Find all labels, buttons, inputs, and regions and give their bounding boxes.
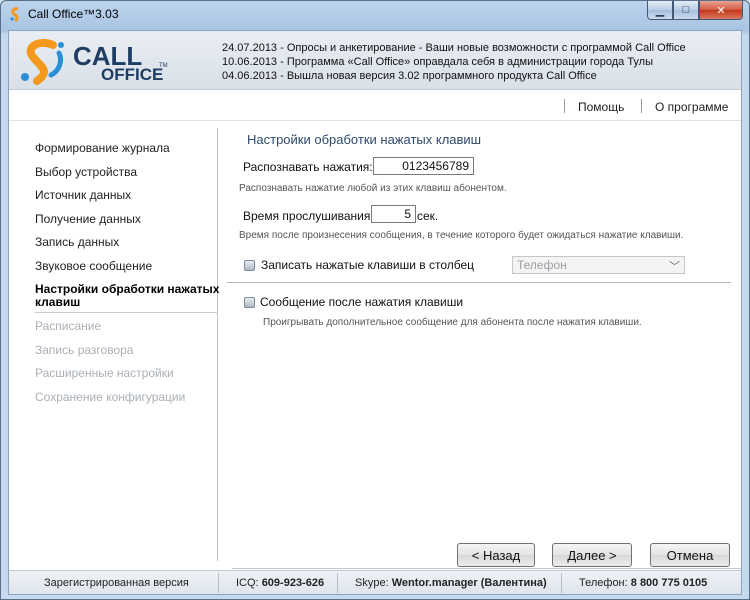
news-item[interactable]: 04.06.2013 - Вышла новая версия 3.02 про… [222, 69, 686, 83]
sidebar-item-call-recording: Запись разговора [35, 343, 134, 357]
app-window: Call Office™3.03 ▁ □ ✕ CALL OFFICE TM 24… [0, 0, 750, 600]
write-column-checkbox[interactable] [244, 260, 255, 271]
app-logo-icon [10, 7, 19, 23]
maximize-icon: □ [682, 4, 690, 16]
help-link[interactable]: Помощь [578, 100, 624, 114]
column-select: Телефон ﹀ [512, 256, 685, 274]
phone-label: Телефон: [579, 577, 628, 589]
nav-divider [564, 99, 565, 113]
sidebar-item-save-config: Сохранение конфигурации [35, 390, 186, 404]
skype-contact: Skype: Wentor.manager (Валентина) [355, 577, 547, 589]
sidebar-item-advanced: Расширенные настройки [35, 366, 174, 380]
back-button[interactable]: < Назад [457, 543, 535, 567]
close-button[interactable]: ✕ [699, 1, 743, 20]
news-item[interactable]: 24.07.2013 - Опросы и анкетирование - Ва… [222, 41, 686, 55]
sidebar-item-device[interactable]: Выбор устройства [35, 166, 220, 179]
status-divider [337, 573, 338, 593]
recognize-hint: Распознавать нажатие любой из этих клави… [239, 183, 507, 194]
listen-time-input[interactable]: 5 [371, 205, 416, 223]
settings-panel: Настройки обработки нажатых клавиш Распо… [219, 128, 741, 561]
sidebar-item-data-write[interactable]: Запись данных [35, 236, 220, 249]
minimize-button[interactable]: ▁ [647, 1, 673, 20]
client-area: CALL OFFICE TM 24.07.2013 - Опросы и анк… [8, 30, 742, 595]
logo-text-office: OFFICE [101, 65, 164, 84]
title-bar[interactable]: Call Office™3.03 ▁ □ ✕ [1, 1, 749, 29]
message-after-label[interactable]: Сообщение после нажатия клавиши [260, 295, 463, 309]
section-divider [227, 282, 731, 283]
header-banner: CALL OFFICE TM 24.07.2013 - Опросы и анк… [9, 31, 741, 90]
call-office-logo[interactable]: CALL OFFICE TM [17, 37, 168, 87]
message-after-checkbox[interactable] [244, 297, 255, 308]
nav-divider [641, 99, 642, 113]
maximize-button[interactable]: □ [673, 1, 699, 20]
window-title: Call Office™3.03 [28, 7, 119, 21]
recognize-label: Распознавать нажатия: [243, 160, 373, 174]
next-button[interactable]: Далее > [552, 543, 632, 567]
sidebar-item-journal[interactable]: Формирование журнала [35, 142, 220, 155]
listen-time-label: Время прослушивания: [243, 209, 374, 223]
minimize-icon: ▁ [655, 4, 665, 17]
page-title: Настройки обработки нажатых клавиш [247, 132, 482, 147]
icq-label: ICQ: [236, 577, 259, 589]
logo-trademark: TM [159, 63, 168, 69]
registration-status: Зарегистрированная версия [44, 577, 189, 589]
news-list: 24.07.2013 - Опросы и анкетирование - Ва… [222, 41, 686, 83]
cancel-button[interactable]: Отмена [650, 543, 730, 567]
sidebar-item-sound-message[interactable]: Звуковое сообщение [35, 260, 220, 273]
status-bar: Зарегистрированная версия ICQ: 609-923-6… [9, 570, 741, 594]
wizard-steps-sidebar: Формирование журнала Выбор устройства Ис… [9, 128, 220, 561]
skype-label: Skype: [355, 577, 389, 589]
logo-swirl-icon [21, 38, 64, 85]
phone-contact: Телефон: 8 800 775 0105 [579, 577, 707, 589]
sidebar-item-data-source[interactable]: Источник данных [35, 189, 220, 202]
sidebar-item-schedule: Расписание [35, 319, 102, 333]
skype-value: Wentor.manager (Валентина) [391, 577, 547, 589]
write-column-label[interactable]: Записать нажатые клавиши в столбец [261, 258, 474, 272]
seconds-unit-label: сек. [417, 209, 439, 223]
phone-value: 8 800 775 0105 [630, 577, 708, 589]
listen-time-hint: Время после произнесения сообщения, в те… [239, 230, 684, 241]
chevron-down-icon: ﹀ [669, 261, 680, 273]
status-divider [218, 573, 219, 593]
window-controls: ▁ □ ✕ [647, 1, 743, 20]
status-divider [561, 573, 562, 593]
close-icon: ✕ [716, 4, 726, 17]
recognize-keys-input[interactable]: 0123456789 [373, 157, 474, 175]
column-select-value: Телефон [517, 258, 567, 272]
top-nav: Помощь О программе [9, 91, 741, 121]
sidebar-item-keypress-settings[interactable]: Настройки обработки нажатых клавиш [35, 283, 220, 309]
message-after-hint: Проигрывать дополнительное сообщение для… [263, 317, 642, 328]
about-link[interactable]: О программе [655, 100, 728, 114]
sidebar-item-data-receive[interactable]: Получение данных [35, 213, 220, 226]
news-item[interactable]: 10.06.2013 - Программа «Call Office» опр… [222, 55, 686, 69]
sidebar-divider [35, 312, 218, 313]
buttons-divider [232, 568, 741, 569]
icq-contact: ICQ: 609-923-626 [236, 577, 324, 589]
icq-value: 609-923-626 [261, 577, 325, 589]
